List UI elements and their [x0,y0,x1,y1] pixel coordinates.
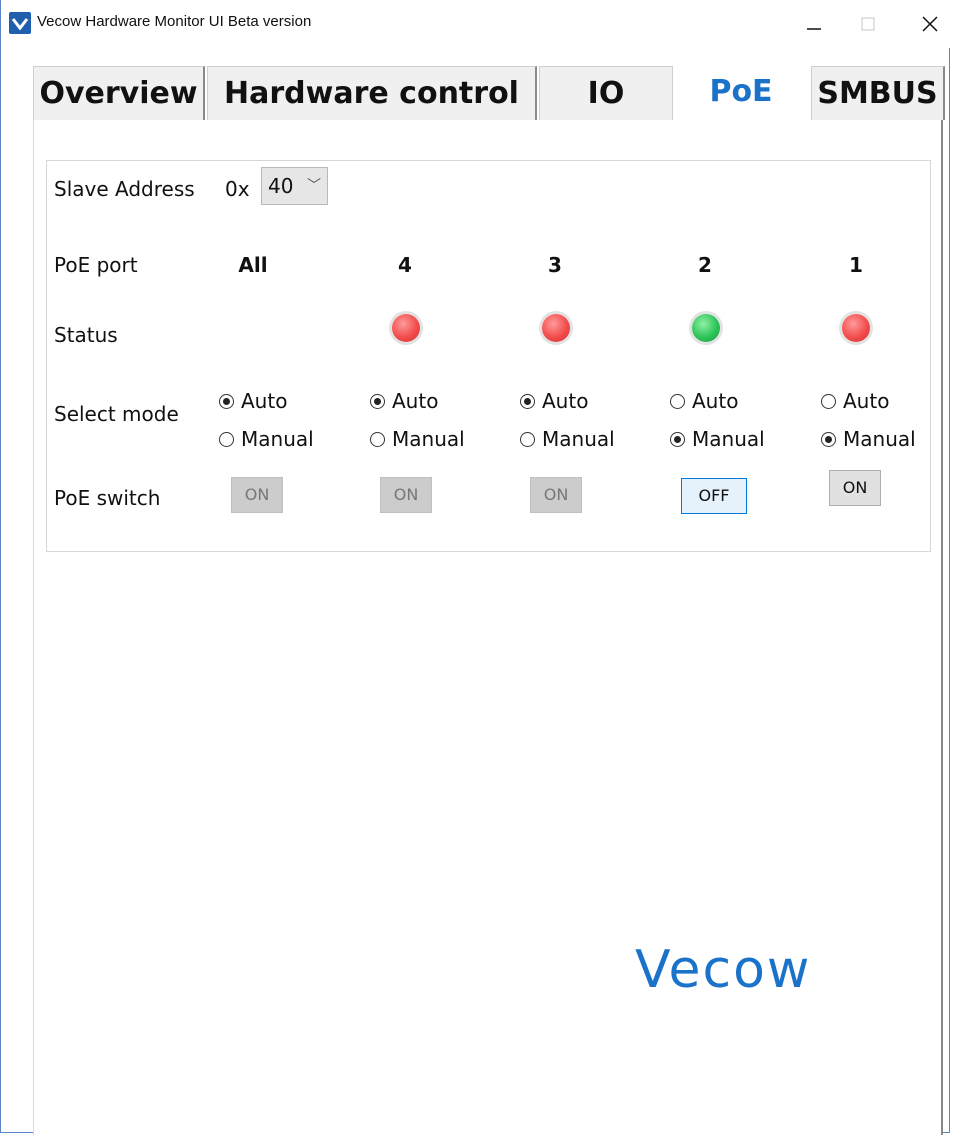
radio-icon [520,431,535,447]
radio-icon [370,431,385,447]
slave-address-value: 40 [268,174,294,198]
tab-poe[interactable]: PoE [673,64,809,122]
radio-manual-port-1[interactable]: Manual [821,427,916,453]
vecow-logo: Vecow [635,940,879,1000]
status-led-port-1 [842,314,870,342]
chevron-down-icon: ﹀ [307,178,321,194]
poe-switch-all-button[interactable]: ON [231,477,283,513]
radio-manual-all[interactable]: Manual [219,427,314,453]
radio-manual-port-4[interactable]: Manual [370,427,465,453]
maximize-button[interactable] [845,0,891,48]
radio-icon [219,431,234,447]
poe-switch-label: PoE switch [54,486,161,510]
port-header-3: 3 [548,253,562,277]
radio-auto-port-4[interactable]: Auto [370,389,438,415]
poe-port-label: PoE port [54,253,138,277]
radio-auto-all[interactable]: Auto [219,389,287,415]
radio-icon [670,393,685,409]
tab-overview[interactable]: Overview [33,66,205,120]
port-header-all: All [238,253,268,277]
poe-switch-port-1-button[interactable]: ON [829,470,881,506]
status-led-port-3 [542,314,570,342]
close-button[interactable] [906,0,952,48]
radio-manual-port-2[interactable]: Manual [670,427,765,453]
radio-icon [219,393,234,409]
status-label: Status [54,323,118,347]
minimize-button[interactable] [791,0,837,48]
title-bar[interactable]: Vecow Hardware Monitor UI Beta version [1,0,953,48]
poe-control-panel: Slave Address 0x 40 ﹀ PoE port All 4 3 2… [46,160,931,552]
port-header-1: 1 [849,253,863,277]
radio-manual-port-3[interactable]: Manual [520,427,615,453]
poe-switch-port-4-button[interactable]: ON [380,477,432,513]
port-header-4: 4 [398,253,412,277]
radio-icon [821,431,836,447]
radio-icon [670,431,685,447]
app-window: Vecow Hardware Monitor UI Beta version O… [0,0,953,1135]
status-led-port-2 [692,314,720,342]
radio-auto-port-3[interactable]: Auto [520,389,588,415]
radio-auto-port-2[interactable]: Auto [670,389,738,415]
tab-smbus[interactable]: SMBUS [811,66,945,120]
port-header-2: 2 [698,253,712,277]
window-title: Vecow Hardware Monitor UI Beta version [37,13,312,30]
slave-address-label: Slave Address [54,177,195,201]
tab-hardware-control[interactable]: Hardware control [207,66,537,120]
status-led-port-4 [392,314,420,342]
slave-address-select[interactable]: 40 ﹀ [261,167,328,205]
vecow-logo-text: Vecow [635,943,811,995]
radio-auto-port-1[interactable]: Auto [821,389,889,415]
radio-icon [370,393,385,409]
vecow-check-icon [9,12,31,34]
tab-io[interactable]: IO [539,66,673,120]
radio-icon [520,393,535,409]
poe-switch-port-2-button[interactable]: OFF [681,478,747,514]
select-mode-label: Select mode [54,402,179,426]
slave-address-prefix: 0x [225,177,250,201]
tab-strip: Overview Hardware control IO PoE SMBUS [33,64,945,122]
radio-icon [821,393,836,409]
poe-switch-port-3-button[interactable]: ON [530,477,582,513]
